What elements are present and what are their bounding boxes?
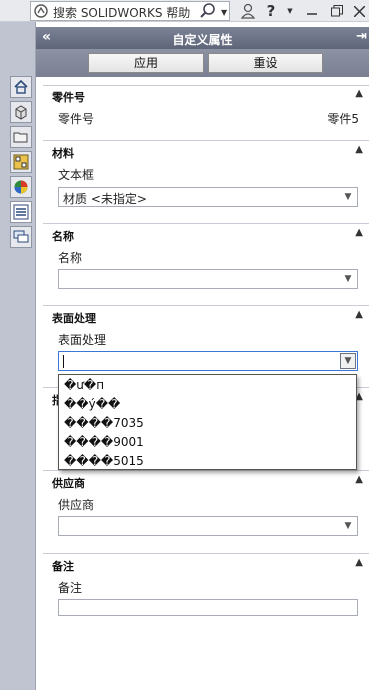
material-label: 文本框 [58, 168, 95, 182]
name-label: 名称 [58, 251, 83, 265]
section-divider [43, 85, 369, 86]
dropdown-option[interactable]: �ư�п [64, 378, 104, 392]
custom-properties-icon[interactable] [10, 201, 32, 223]
minimize-icon[interactable] [306, 1, 318, 21]
chevron-down-icon[interactable]: ▼ [340, 271, 356, 287]
display-icon[interactable] [10, 151, 32, 173]
chevron-up-icon[interactable]: ▲ [355, 309, 363, 320]
section-title-material: 材料 [52, 147, 74, 160]
chevron-up-icon[interactable]: ▲ [355, 474, 363, 485]
dropdown-option[interactable]: ��ý�� [64, 397, 120, 411]
section-title-notes: 备注 [52, 560, 74, 573]
chevron-up-icon[interactable]: ▲ [355, 557, 363, 568]
notes-label: 备注 [58, 581, 83, 595]
dropdown-option[interactable]: ����7035 [64, 416, 144, 430]
finish-label: 表面处理 [58, 333, 107, 347]
supplier-combo[interactable]: ▼ [58, 516, 358, 536]
text-caret [63, 355, 64, 368]
folder-icon[interactable] [10, 126, 32, 148]
section-divider [43, 140, 369, 141]
finish-combo[interactable]: ▼ [58, 351, 358, 371]
notes-input[interactable] [58, 599, 358, 616]
task-pane-tabs [0, 22, 36, 690]
section-divider [43, 305, 369, 306]
search-icon[interactable] [199, 2, 217, 20]
button-bar: 应用 重设 [36, 49, 369, 77]
supplier-label: 供应商 [58, 498, 95, 512]
home-icon[interactable] [10, 76, 32, 98]
reset-button[interactable]: 重设 [208, 53, 323, 73]
top-toolbar: 搜索 SOLIDWORKS 帮助 ▼ ? ▼ [0, 0, 369, 22]
section-divider [43, 470, 369, 471]
dropdown-option[interactable]: ����5015 [64, 454, 144, 468]
dropdown-option[interactable]: ����9001 [64, 435, 144, 449]
panel-title-bar: « 自定义属性 ⇥ [36, 27, 369, 49]
chevron-up-icon[interactable]: ▲ [355, 227, 363, 238]
comments-icon[interactable] [10, 226, 32, 248]
appearance-icon[interactable] [10, 176, 32, 198]
search-options-dropdown-icon[interactable]: ▼ [221, 8, 227, 17]
section-divider [43, 553, 369, 554]
section-title-supplier: 供应商 [52, 477, 85, 490]
solidworks-icon [34, 4, 48, 18]
section-divider [43, 223, 369, 224]
custom-properties-panel: « 自定义属性 ⇥ 应用 重设 零件号 ▲ 零件号 零件5 材料 ▲ 文本框 材… [36, 22, 369, 690]
pin-icon[interactable]: ⇥ [356, 29, 367, 44]
chevron-up-icon[interactable]: ▲ [355, 88, 363, 99]
help-icon[interactable]: ? [264, 1, 278, 21]
search-input[interactable]: 搜索 SOLIDWORKS 帮助 [53, 4, 190, 21]
search-box[interactable]: 搜索 SOLIDWORKS 帮助 ▼ [30, 1, 230, 21]
chevron-down-icon[interactable]: ▼ [340, 518, 356, 534]
chevron-down-icon[interactable]: ▼ [340, 353, 356, 369]
section-title-name: 名称 [52, 230, 74, 243]
section-title-finish: 表面处理 [52, 312, 96, 325]
close-icon[interactable] [352, 1, 366, 21]
name-combo[interactable]: ▼ [58, 269, 358, 289]
chevron-down-icon[interactable]: ▼ [340, 189, 356, 205]
panel-title: 自定义属性 [172, 33, 233, 47]
section-title-part-number: 零件号 [52, 91, 85, 104]
material-combo-value: 材质 <未指定> [63, 192, 147, 206]
part-icon[interactable] [10, 101, 32, 123]
part-number-value: 零件5 [327, 112, 359, 126]
help-dropdown-icon[interactable]: ▼ [286, 1, 294, 21]
finish-dropdown-list: �ư�п ��ý�� ����7035 ����9001 ����5015 [58, 374, 357, 470]
material-combo[interactable]: 材质 <未指定> ▼ [58, 187, 358, 207]
user-icon[interactable] [240, 1, 256, 21]
part-number-label: 零件号 [58, 112, 95, 126]
restore-icon[interactable] [330, 1, 344, 21]
apply-button[interactable]: 应用 [88, 53, 204, 73]
chevron-up-icon[interactable]: ▲ [355, 144, 363, 155]
